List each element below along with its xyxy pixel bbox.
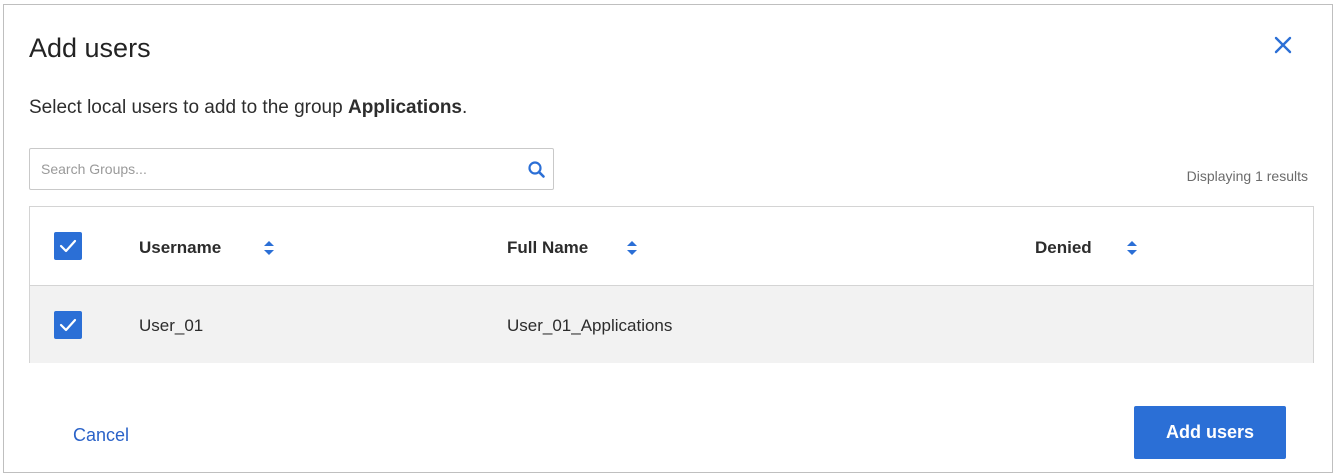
column-header-full-name[interactable]: Full Name xyxy=(507,238,588,258)
table-header: Username Full Name Denied xyxy=(30,207,1313,286)
intro-suffix: . xyxy=(462,97,468,118)
group-name: Applications xyxy=(347,97,462,118)
search-input[interactable] xyxy=(41,158,511,180)
intro-text: Select local users to add to the group xyxy=(29,97,348,118)
cell-full-name: User_01_Applications xyxy=(507,316,673,335)
sort-icon[interactable] xyxy=(263,239,275,257)
search-box xyxy=(29,148,554,190)
search-icon[interactable] xyxy=(527,160,547,180)
row-checkbox[interactable] xyxy=(54,311,82,339)
dialog-description: Select local users to add to the group A… xyxy=(29,97,467,119)
close-button[interactable] xyxy=(1270,32,1296,58)
cell-username: User_01 xyxy=(139,316,204,335)
sort-icon[interactable] xyxy=(1126,239,1138,257)
add-users-button[interactable]: Add users xyxy=(1134,406,1286,459)
cancel-button[interactable]: Cancel xyxy=(73,425,129,446)
results-count: Displaying 1 results xyxy=(1186,168,1308,184)
column-header-denied[interactable]: Denied xyxy=(1035,238,1092,258)
checkmark-icon xyxy=(59,318,77,332)
sort-icon[interactable] xyxy=(626,239,638,257)
table-row[interactable]: User_01 User_01_Applications xyxy=(30,286,1313,363)
users-table: Username Full Name Denied User_01 User_0… xyxy=(29,206,1314,363)
select-all-checkbox[interactable] xyxy=(54,232,82,260)
close-icon xyxy=(1274,36,1292,54)
dialog-title: Add users xyxy=(29,33,151,63)
add-users-dialog: Add users Select local users to add to t… xyxy=(3,4,1333,473)
checkmark-icon xyxy=(59,239,77,253)
column-header-username[interactable]: Username xyxy=(139,238,221,258)
